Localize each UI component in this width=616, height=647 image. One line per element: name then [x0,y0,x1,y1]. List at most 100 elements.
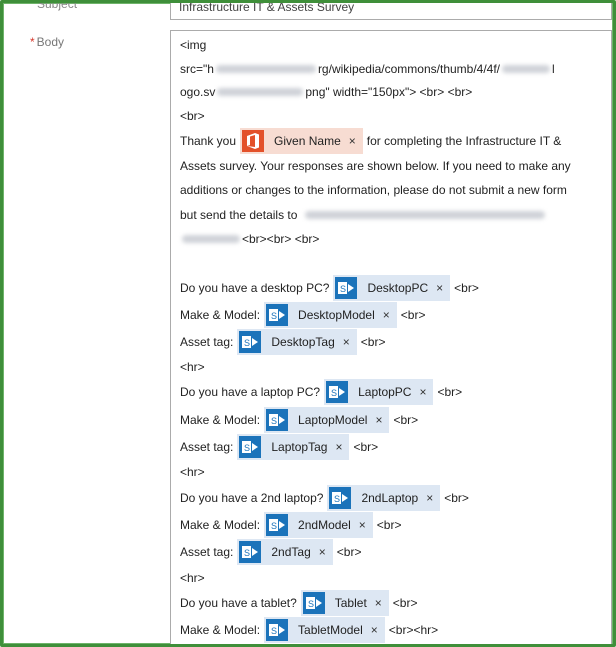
label-text: Make & Model: [180,308,261,322]
body-line: <hr> [180,565,205,591]
body-text: <br> [392,596,418,610]
desktopmodel-token[interactable]: S DesktopModel × [264,302,397,328]
sharepoint-icon: S [239,331,262,353]
token-label: LaptopTag [271,440,328,454]
laptoptag-token[interactable]: S LaptopTag × [237,434,350,460]
body-text: <hr> [180,571,205,585]
token-label: DesktopTag [271,335,335,349]
tablet-token[interactable]: S Tablet × [300,590,389,616]
question-text: Do you have a laptop PC? [180,385,321,399]
redacted-text [217,88,304,96]
svg-text:S: S [271,521,277,531]
body-text: <br> [400,308,426,322]
svg-text:S: S [244,338,250,348]
svg-text:S: S [271,416,277,426]
body-text: ogo.sv [180,85,216,99]
body-text: <br><hr> [388,623,439,637]
redacted-text [502,65,551,73]
laptopmodel-token[interactable]: S LaptopModel × [264,407,390,433]
token-label: DesktopModel [298,308,375,322]
remove-token-icon[interactable]: × [434,281,445,295]
token-label: LaptopModel [298,413,368,427]
remove-token-icon[interactable]: × [347,134,358,148]
remove-token-icon[interactable]: × [341,335,352,349]
body-text: l [552,62,555,76]
svg-text:S: S [271,626,277,636]
sharepoint-icon: S [266,304,289,326]
body-text: for completing the Infrastructure IT & [366,134,562,148]
body-text: <br> [353,440,379,454]
body-line: <hr> [180,354,205,380]
body-line: but send the details to [180,202,547,228]
remove-token-icon[interactable]: × [381,308,392,322]
remove-token-icon[interactable]: × [417,385,428,399]
body-line: Make & Model: S LaptopModel × <br> [180,407,418,433]
body-line: Make & Model: S 2ndModel × <br> [180,512,401,538]
2ndlaptop-token[interactable]: S 2ndLaptop × [327,485,441,511]
laptoppc-token[interactable]: S LaptopPC × [324,379,434,405]
body-text: <br> [444,491,469,505]
svg-text:S: S [308,599,314,609]
svg-text:S: S [331,388,337,398]
body-line: Make & Model: S DesktopModel × <br> [180,302,425,328]
sharepoint-icon: S [239,541,262,563]
remove-token-icon[interactable]: × [369,623,380,637]
question-text: Do you have a 2nd laptop? [180,491,324,505]
desktoppc-token[interactable]: S DesktopPC × [333,275,451,301]
remove-token-icon[interactable]: × [373,596,384,610]
body-line: Thank you Given Name × for completing th… [180,128,561,154]
redacted-text [215,65,316,73]
body-line: <br><br> <br> [180,226,319,252]
svg-text:S: S [244,548,250,558]
body-line: Make & Model: S TabletModel × <br><hr> [180,617,438,643]
remove-token-icon[interactable]: × [333,440,344,454]
body-text: png" width="150px"> <br> <br> [305,85,473,99]
required-marker: * [30,35,35,49]
body-text: additions or changes to the information,… [180,183,567,197]
window-frame: Subject Infrastructure IT & Assets Surve… [0,0,616,647]
label-text: Make & Model: [180,623,261,637]
body-text: <hr> [180,465,205,479]
body-line: ogo.sv png" width="150px"> <br> <br> [180,79,472,105]
question-text: Do you have a desktop PC? [180,281,330,295]
label-text: Make & Model: [180,413,261,427]
2ndmodel-token[interactable]: S 2ndModel × [264,512,373,538]
subject-value: Infrastructure IT & Assets Survey [179,0,355,14]
remove-token-icon[interactable]: × [317,545,328,559]
body-text: but send the details to [180,208,298,222]
sharepoint-icon: S [239,436,262,458]
remove-token-icon[interactable]: × [424,491,435,505]
body-text: <hr> [180,360,205,374]
svg-text:S: S [334,494,340,504]
body-line: Asset tag: S 2ndTag × <br> [180,539,361,565]
body-text: <br><br> <br> [242,232,320,246]
desktoptag-token[interactable]: S DesktopTag × [237,329,357,355]
token-label: 2ndModel [298,518,351,532]
2ndtag-token[interactable]: S 2ndTag × [237,539,333,565]
body-line: <hr> [180,459,205,485]
body-line: <br> [180,103,205,129]
subject-row: Subject Infrastructure IT & Assets Surve… [3,3,613,25]
sharepoint-icon: S [302,592,325,614]
remove-token-icon[interactable]: × [373,413,384,427]
token-label: Given Name [274,134,341,148]
office-icon [242,130,265,152]
body-editor[interactable]: <img src="h rg/wikipedia/commons/thumb/4… [170,30,612,644]
sharepoint-icon: S [326,381,349,403]
svg-text:S: S [340,284,346,294]
given-name-token[interactable]: Given Name × [240,128,363,154]
tabletmodel-token[interactable]: S TabletModel × [264,617,385,643]
token-label: 2ndLaptop [361,491,419,505]
remove-token-icon[interactable]: × [357,518,368,532]
body-line: Asset tag: S DesktopTag × <br> [180,329,385,355]
body-line: Do you have a 2nd laptop? S 2ndLaptop × … [180,485,469,511]
label-text: Asset tag: [180,545,234,559]
body-text: <br> [180,109,205,123]
body-text: Thank you [180,134,237,148]
body-text: Assets survey. Your responses are shown … [180,159,571,173]
token-label: DesktopPC [367,281,429,295]
sharepoint-icon: S [335,277,358,299]
subject-input[interactable]: Infrastructure IT & Assets Survey [170,0,612,20]
label-text: Asset tag: [180,440,234,454]
label-text: Make & Model: [180,518,261,532]
